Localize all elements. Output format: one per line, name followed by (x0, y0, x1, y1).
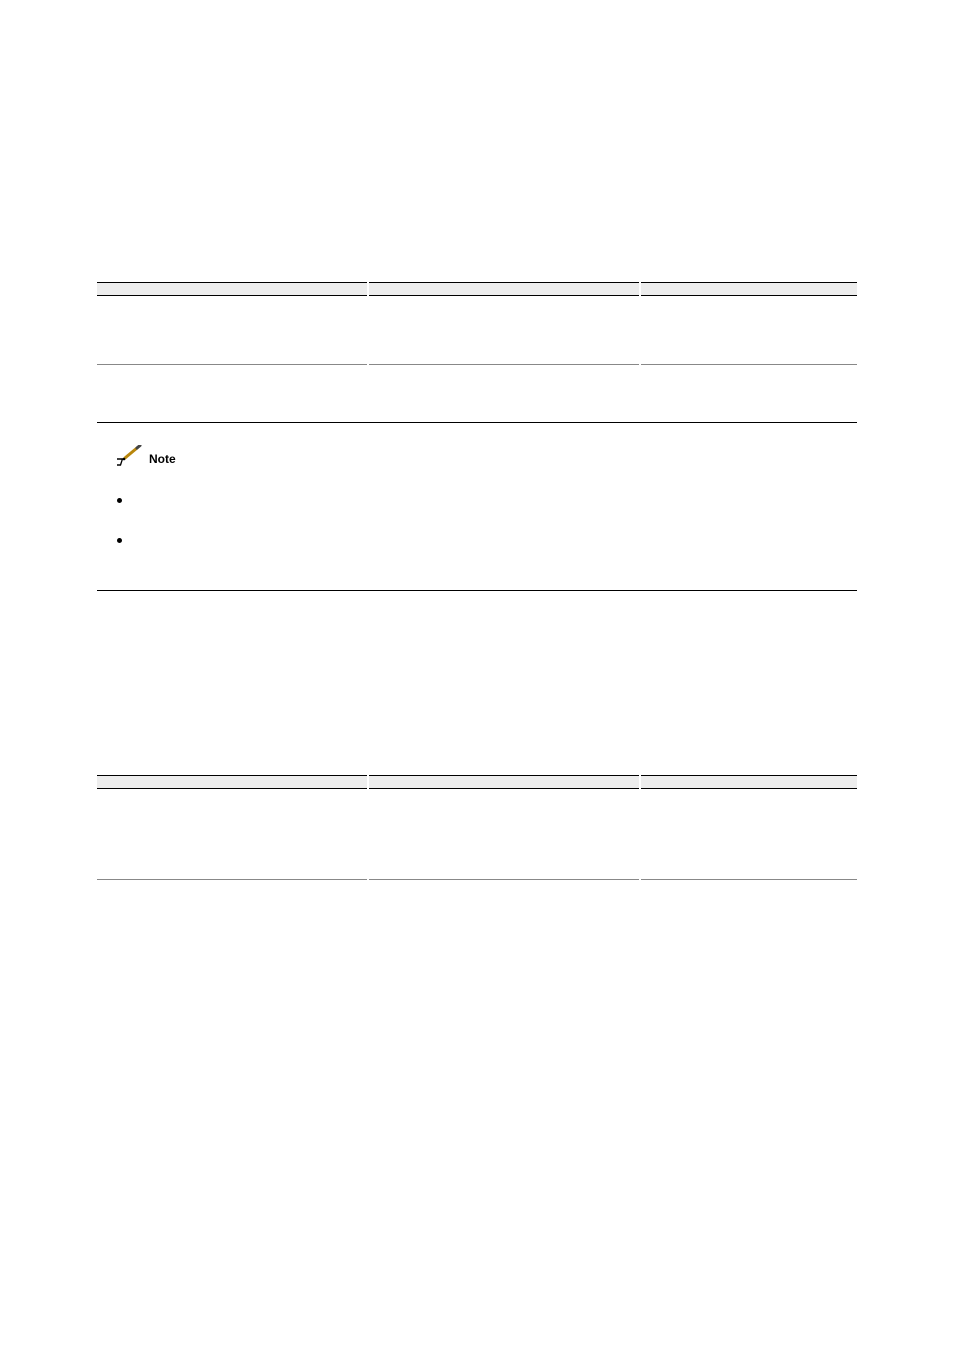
col-header (640, 283, 857, 296)
table-cell (97, 296, 368, 365)
note-bullet-list (117, 492, 857, 566)
table-cell (368, 296, 640, 365)
note-label: Note (149, 452, 176, 466)
config-table-1 (97, 282, 857, 365)
table-cell (97, 789, 368, 880)
bullet-icon (117, 538, 122, 543)
col-header (640, 776, 857, 789)
list-item (117, 492, 857, 526)
table-cell (640, 789, 857, 880)
col-header (368, 283, 640, 296)
table-cell (640, 296, 857, 365)
col-header (97, 776, 368, 789)
list-item (117, 532, 857, 566)
note-heading: Note (117, 445, 857, 472)
table-header-row (97, 283, 857, 296)
col-header (97, 283, 368, 296)
note-box: Note (97, 422, 857, 591)
table-cell (368, 789, 640, 880)
table-row (97, 789, 857, 880)
config-table-2 (97, 775, 857, 880)
table-header-row (97, 776, 857, 789)
bullet-icon (117, 498, 122, 503)
table-row (97, 296, 857, 365)
col-header (368, 776, 640, 789)
note-icon (117, 445, 143, 472)
